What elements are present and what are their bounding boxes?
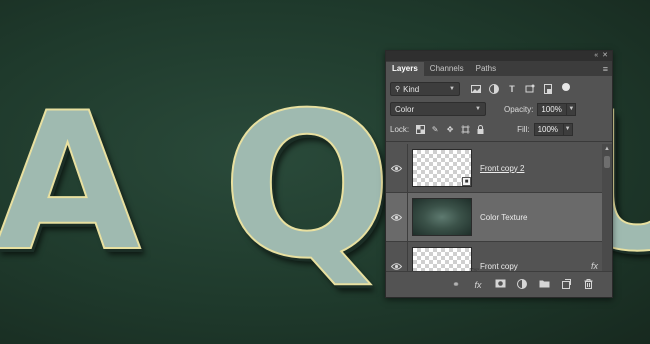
lock-image-pixels-icon[interactable]: ✎ bbox=[430, 124, 440, 134]
lock-all-icon[interactable] bbox=[475, 124, 485, 134]
scroll-up-icon[interactable]: ▲ bbox=[602, 144, 612, 154]
close-panel-icon[interactable]: ✕ bbox=[602, 51, 608, 61]
blend-mode-value: Color bbox=[395, 104, 415, 114]
chevron-down-icon: ▼ bbox=[449, 86, 455, 92]
panel-divider bbox=[386, 141, 612, 142]
opacity-label: Opacity: bbox=[504, 104, 534, 114]
panel-footer: ⚭ fx bbox=[386, 271, 612, 297]
fill-input[interactable]: 100% bbox=[533, 122, 564, 136]
tab-channels[interactable]: Channels bbox=[424, 62, 470, 76]
new-group-icon[interactable] bbox=[538, 279, 550, 290]
opacity-control: 100% ▼ bbox=[537, 102, 577, 116]
blend-row: Color ▼ Opacity: 100% ▼ bbox=[386, 99, 612, 119]
adjustment-filter-icon[interactable] bbox=[488, 83, 500, 95]
new-adjustment-layer-icon[interactable] bbox=[516, 278, 528, 291]
eye-icon bbox=[387, 213, 407, 221]
kind-filter-select[interactable]: ⚲ Kind ▼ bbox=[390, 82, 460, 96]
panel-menu-icon[interactable]: ≡ bbox=[603, 64, 608, 74]
layers-scrollbar[interactable]: ▲ bbox=[602, 144, 612, 275]
layer-thumbnail[interactable] bbox=[412, 198, 472, 236]
filter-row: ⚲ Kind ▼ T bbox=[386, 79, 612, 99]
layer-thumbnail[interactable]: ■ bbox=[412, 149, 472, 187]
layer-name[interactable]: Front copy bbox=[480, 262, 518, 271]
visibility-toggle[interactable] bbox=[386, 193, 408, 241]
visibility-toggle[interactable] bbox=[386, 144, 408, 192]
type-filter-icon[interactable]: T bbox=[506, 83, 518, 95]
new-layer-icon[interactable] bbox=[560, 278, 572, 291]
smart-object-icon: ■ bbox=[462, 177, 471, 186]
panel-tabs: Layers Channels Paths ≡ bbox=[386, 61, 612, 76]
add-layer-style-icon[interactable]: fx bbox=[472, 280, 484, 290]
collapse-panel-icon[interactable]: « bbox=[594, 51, 598, 61]
smart-object-filter-icon[interactable] bbox=[542, 83, 554, 95]
add-mask-icon[interactable] bbox=[494, 279, 506, 290]
fill-label: Fill: bbox=[517, 124, 530, 134]
layers-list: ■ Front copy 2 Color Texture ☞ ■ bbox=[386, 144, 612, 275]
delete-layer-icon[interactable] bbox=[582, 278, 594, 291]
lock-position-icon[interactable]: ✥ bbox=[445, 124, 455, 134]
layers-panel: « ✕ Layers Channels Paths ≡ ⚲ Kind ▼ T C… bbox=[385, 50, 613, 298]
link-layers-icon[interactable]: ⚭ bbox=[450, 279, 462, 290]
canvas-letter-a: A bbox=[0, 71, 142, 294]
fill-dropdown-icon[interactable]: ▼ bbox=[563, 122, 573, 136]
tab-layers[interactable]: Layers bbox=[386, 62, 424, 76]
scroll-thumb[interactable] bbox=[604, 156, 610, 168]
layer-name[interactable]: Color Texture bbox=[480, 213, 527, 222]
lock-label: Lock: bbox=[390, 124, 410, 134]
layer-row-front-copy-2[interactable]: ■ Front copy 2 bbox=[386, 144, 612, 193]
filter-icons: T bbox=[470, 83, 570, 95]
panel-header: « ✕ bbox=[386, 51, 612, 61]
fill-control: 100% ▼ bbox=[533, 122, 573, 136]
opacity-dropdown-icon[interactable]: ▼ bbox=[567, 102, 577, 116]
lock-artboard-icon[interactable] bbox=[460, 124, 470, 134]
search-icon: ⚲ bbox=[395, 86, 401, 93]
chevron-down-icon: ▼ bbox=[475, 106, 481, 112]
layer-effects-icon[interactable]: fx bbox=[591, 261, 598, 271]
canvas-letter-q: Q bbox=[221, 69, 393, 304]
layer-row-color-texture[interactable]: Color Texture bbox=[386, 193, 612, 242]
eye-icon bbox=[387, 262, 407, 270]
layer-name[interactable]: Front copy 2 bbox=[480, 164, 524, 173]
lock-transparent-pixels-icon[interactable] bbox=[415, 124, 425, 134]
lock-row: Lock: ✎ ✥ Fill: 100% ▼ bbox=[386, 119, 612, 139]
tab-paths[interactable]: Paths bbox=[470, 62, 502, 76]
filter-toggle-icon[interactable] bbox=[562, 83, 570, 91]
opacity-input[interactable]: 100% bbox=[537, 102, 568, 116]
image-filter-icon[interactable] bbox=[470, 83, 482, 95]
eye-icon bbox=[387, 164, 407, 172]
lock-icons: ✎ ✥ bbox=[415, 124, 485, 134]
kind-filter-label: Kind bbox=[403, 84, 420, 94]
blend-mode-select[interactable]: Color ▼ bbox=[390, 102, 486, 116]
shape-filter-icon[interactable] bbox=[524, 83, 536, 95]
